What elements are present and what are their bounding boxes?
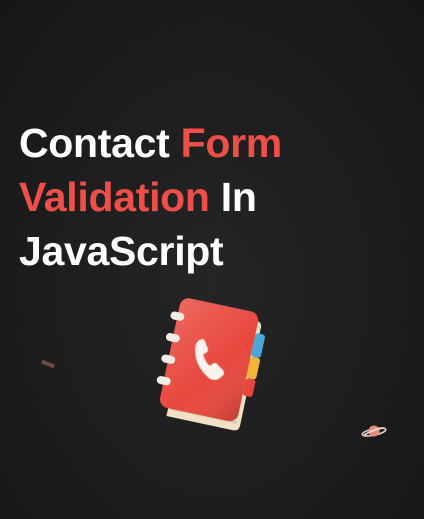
headline-line-3: JavaScript	[19, 224, 282, 278]
headline-text-in: In	[209, 174, 257, 220]
planet-icon	[361, 425, 387, 437]
headline-text-javascript: JavaScript	[19, 228, 224, 274]
headline-line-1: Contact Form	[19, 116, 282, 170]
headline-text-contact: Contact	[19, 120, 181, 166]
address-book-icon	[156, 298, 265, 431]
headline-text-form: Form	[180, 120, 283, 166]
headline-text-validation: Validation	[19, 174, 210, 220]
headline-line-2: Validation In	[19, 170, 282, 224]
headline: Contact Form Validation In JavaScript	[19, 116, 282, 278]
